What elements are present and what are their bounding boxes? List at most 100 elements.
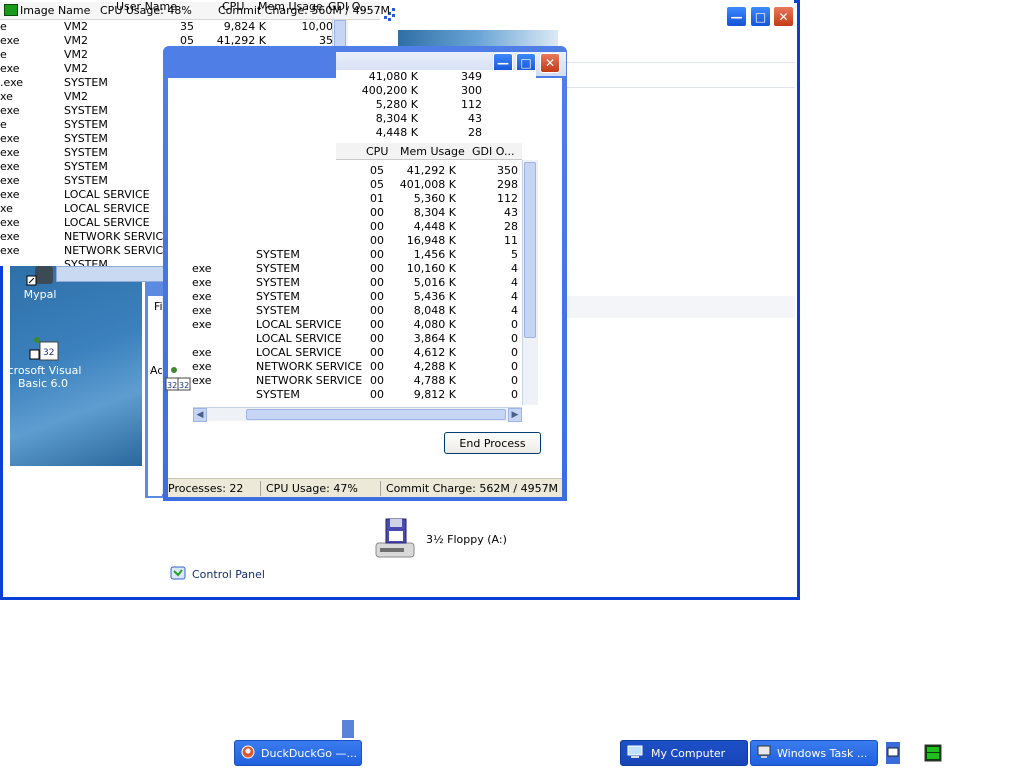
process-row[interactable]: exe SYSTEM 00 8,048 K 4 xyxy=(168,304,524,318)
process-image-name: exe xyxy=(0,244,20,257)
maximize-button[interactable]: □ xyxy=(750,6,771,27)
process-image-name: exe xyxy=(192,290,212,303)
process-image-name: exe xyxy=(0,132,20,145)
process-row[interactable]: exe NETWORK SERVICE 00 4,288 K 0 xyxy=(168,360,524,374)
col-cpu[interactable]: CPU xyxy=(366,145,388,158)
process-image-name: .exe xyxy=(0,76,24,89)
process-mem-usage: 401,008 K xyxy=(399,178,456,191)
process-row[interactable]: LOCAL SERVICE 00 3,864 K 0 xyxy=(168,332,524,346)
col-user-name[interactable]: User Name xyxy=(116,0,177,13)
process-user-name: LOCAL SERVICE xyxy=(64,216,150,229)
minimize-icon: — xyxy=(730,9,743,24)
process-row[interactable]: 01 5,360 K 112 xyxy=(168,192,524,206)
process-row[interactable]: exe SYSTEM 00 5,436 K 4 xyxy=(168,290,524,304)
vscroll-thumb[interactable] xyxy=(524,162,536,338)
minimize-button[interactable]: — xyxy=(726,6,747,27)
process-mem-usage: 41,292 K xyxy=(406,164,456,177)
process-cpu: 00 xyxy=(370,304,384,317)
maximize-icon: □ xyxy=(520,56,532,70)
keyboard-layout-icon[interactable] xyxy=(886,742,900,764)
col-mem-usage[interactable]: Mem Usage xyxy=(400,145,465,158)
address-fragment: Ad xyxy=(150,364,162,377)
process-row[interactable]: 00 16,948 K 11 xyxy=(168,234,524,248)
process-gdi-objects: 298 xyxy=(497,178,518,191)
process-cpu: 00 xyxy=(370,360,384,373)
process-mem-usage: 4,448 K xyxy=(375,126,418,139)
process-image-name: e xyxy=(0,118,7,131)
process-mem-usage: 9,824 K xyxy=(223,20,266,33)
process-gdi-objects: 11 xyxy=(504,234,518,247)
process-cpu: 00 xyxy=(370,206,384,219)
process-row[interactable]: 400,200 K 300 xyxy=(336,84,536,98)
process-gdi-objects: 0 xyxy=(511,360,518,373)
col-gdi[interactable]: GDI O... xyxy=(328,0,370,13)
process-gdi-objects: 0 xyxy=(511,374,518,387)
taskbar-button-task-manager[interactable]: Windows Task ... xyxy=(750,740,878,766)
process-user-name: SYSTEM xyxy=(256,304,300,317)
process-user-name: SYSTEM xyxy=(64,132,108,145)
floppy-drive-icon xyxy=(372,515,418,564)
process-row[interactable]: SYSTEM 00 9,812 K 0 xyxy=(168,388,524,402)
file-menu-fragment[interactable]: Fi xyxy=(154,300,162,313)
process-gdi-objects: 349 xyxy=(461,70,482,83)
col-gdi-objects[interactable]: GDI O... xyxy=(472,145,514,158)
scroll-left-button[interactable]: ◀ xyxy=(193,408,207,422)
tm-close-button[interactable]: ✕ xyxy=(540,53,560,73)
col-image-name[interactable]: Image Name xyxy=(20,4,90,17)
floppy-drive-item[interactable]: 3½ Floppy (A:) xyxy=(368,513,583,565)
floppy-drive-label: 3½ Floppy (A:) xyxy=(426,532,507,546)
process-user-name: LOCAL SERVICE xyxy=(64,188,150,201)
hscroll-thumb[interactable] xyxy=(246,409,506,420)
process-row[interactable]: 8,304 K 43 xyxy=(336,112,536,126)
close-button[interactable]: ✕ xyxy=(773,6,794,27)
end-process-button[interactable]: End Process xyxy=(444,432,541,454)
task-manager-tray-icon[interactable] xyxy=(924,744,942,762)
process-row[interactable]: 05 41,292 K 350 xyxy=(168,164,524,178)
process-cpu: 05 xyxy=(370,164,384,177)
status-commit-charge: Commit Charge: 562M / 4957M xyxy=(386,482,559,495)
process-row[interactable]: exe LOCAL SERVICE 00 4,080 K 0 xyxy=(168,318,524,332)
process-image-name: exe xyxy=(0,216,20,229)
process-user-name: LOCAL SERVICE xyxy=(256,346,342,359)
process-row[interactable]: exe SYSTEM 00 10,160 K 4 xyxy=(168,262,524,276)
process-row[interactable]: exe NETWORK SERVICE 00 4,788 K 0 xyxy=(168,374,524,388)
process-gdi-objects: 350 xyxy=(497,164,518,177)
process-image-name: exe xyxy=(0,146,20,159)
process-cpu: 35 xyxy=(180,20,194,33)
process-row[interactable]: 05 401,008 K 298 xyxy=(168,178,524,192)
process-image-name: exe xyxy=(192,360,212,373)
taskbar-button-duckduckgo[interactable]: DuckDuckGo —... xyxy=(234,740,362,766)
process-user-name: SYSTEM xyxy=(256,262,300,275)
process-row[interactable]: 00 8,304 K 43 xyxy=(168,206,524,220)
process-cpu: 01 xyxy=(370,192,384,205)
process-cpu: 00 xyxy=(370,318,384,331)
process-user-name: SYSTEM xyxy=(256,248,300,261)
process-row[interactable]: exe SYSTEM 00 5,016 K 4 xyxy=(168,276,524,290)
process-row[interactable]: 4,448 K 28 xyxy=(336,126,536,140)
process-user-name: LOCAL SERVICE xyxy=(64,202,150,215)
taskbar-fragment xyxy=(342,720,552,738)
taskbar-button-my-computer[interactable]: My Computer xyxy=(620,740,748,766)
process-mem-usage: 400,200 K xyxy=(361,84,418,97)
process-row[interactable]: 00 4,448 K 28 xyxy=(168,220,524,234)
process-user-name: NETWORK SERVICE xyxy=(256,374,363,387)
scroll-right-button[interactable]: ▶ xyxy=(508,408,522,422)
back-process-row[interactable]: e VM2 35 9,824 K 10,000 xyxy=(0,20,336,34)
process-row[interactable]: 5,280 K 112 xyxy=(336,98,536,112)
status-processes: Processes: 22 xyxy=(168,482,244,495)
process-mem-usage: 4,612 K xyxy=(413,346,456,359)
task-manager-left-pane: Fi Ad xyxy=(148,296,162,496)
taskbar-grip[interactable] xyxy=(342,720,354,738)
process-user-name: SYSTEM xyxy=(256,290,300,303)
close-icon: ✕ xyxy=(544,56,556,70)
process-user-name: SYSTEM xyxy=(64,174,108,187)
divider xyxy=(565,62,795,63)
process-row[interactable]: 41,080 K 349 xyxy=(336,70,536,84)
svg-text:32: 32 xyxy=(179,381,189,390)
process-row[interactable]: exe LOCAL SERVICE 00 4,612 K 0 xyxy=(168,346,524,360)
mypal-label: Mypal xyxy=(23,288,57,301)
process-row[interactable]: SYSTEM 00 1,456 K 5 xyxy=(168,248,524,262)
control-panel-link[interactable]: Control Panel xyxy=(170,564,270,584)
col-mem-usage[interactable]: Mem Usage xyxy=(258,0,323,13)
desktop-icon-vb6[interactable]: 32 icrosoft Visual Basic 6.0 xyxy=(4,336,82,396)
